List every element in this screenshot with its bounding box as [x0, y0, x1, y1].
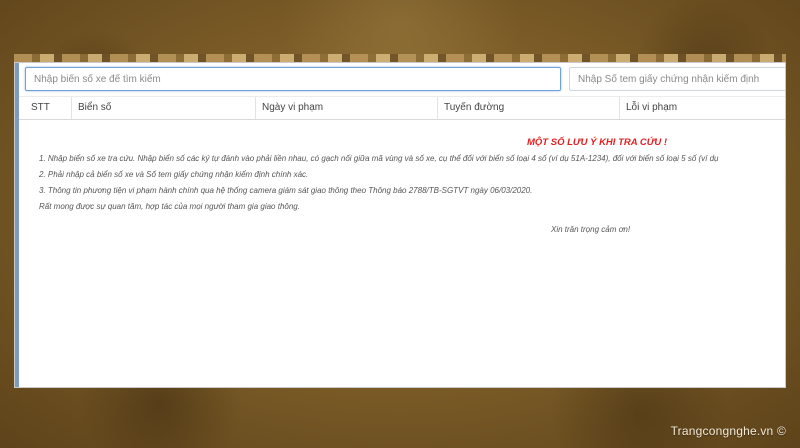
note-line: Rất mong được sự quan tâm, hợp tác của m… [39, 202, 300, 211]
column-header-plate: Biển số [71, 97, 255, 119]
column-header-violation: Lỗi vi phạm [619, 97, 785, 119]
note-line: 2. Phải nhập cả biển số xe và Số tem giấ… [39, 170, 309, 179]
note-line: 1. Nhập biển số xe tra cứu. Nhập biển số… [39, 154, 719, 163]
notes-title: MỘT SỐ LƯU Ý KHI TRA CỨU ! [527, 137, 668, 148]
cert-search-input[interactable] [569, 67, 785, 91]
search-row [25, 67, 785, 93]
results-table-header: STT Biển số Ngày vi phạm Tuyến đường Lỗi… [19, 96, 785, 120]
notes-signoff: Xin trân trọng cảm ơn! [551, 225, 631, 234]
plate-search-input[interactable] [25, 67, 561, 91]
site-watermark: Trangcongnghe.vn © [670, 424, 786, 438]
lookup-panel: STT Biển số Ngày vi phạm Tuyến đường Lỗi… [14, 62, 786, 388]
note-line: 3. Thông tin phương tiện vi phạm hành ch… [39, 186, 533, 195]
column-header-violation-date: Ngày vi phạm [255, 97, 437, 119]
column-header-stt: STT [31, 102, 50, 113]
column-header-route: Tuyến đường [437, 97, 619, 119]
